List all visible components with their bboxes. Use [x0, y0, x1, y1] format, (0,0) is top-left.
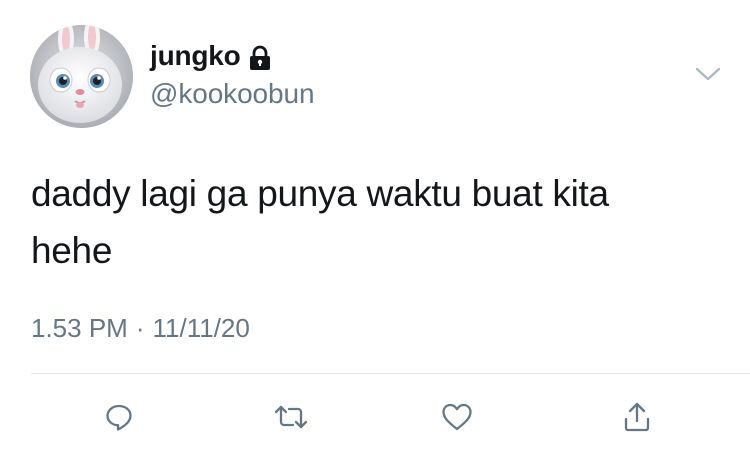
user-handle[interactable]: @kookoobun [150, 78, 315, 110]
chevron-down-icon[interactable] [694, 64, 722, 84]
reply-button[interactable] [94, 392, 144, 442]
tweet-timestamp: 1.53 PM · 11/11/20 [31, 313, 250, 344]
tweet-time: 1.53 PM [31, 313, 128, 343]
avatar-bunny-image [30, 25, 133, 128]
share-button[interactable] [612, 392, 662, 442]
divider [31, 373, 750, 374]
tweet-actions [0, 392, 750, 442]
tweet-text: daddy lagi ga punya waktu buat kita hehe [31, 173, 609, 271]
tweet-card: jungko @kookoobun daddy lagi ga punya wa… [0, 0, 750, 461]
author-row: jungko [150, 36, 272, 76]
display-name[interactable]: jungko [150, 40, 241, 72]
reply-icon [106, 404, 132, 431]
retweet-icon [274, 405, 308, 429]
lock-icon [249, 45, 270, 70]
like-button[interactable] [432, 392, 482, 442]
share-icon [624, 402, 650, 432]
avatar[interactable] [30, 25, 133, 128]
retweet-button[interactable] [266, 392, 316, 442]
heart-icon [442, 403, 472, 431]
timestamp-separator: · [135, 313, 145, 343]
tweet-date: 11/11/20 [152, 313, 250, 343]
